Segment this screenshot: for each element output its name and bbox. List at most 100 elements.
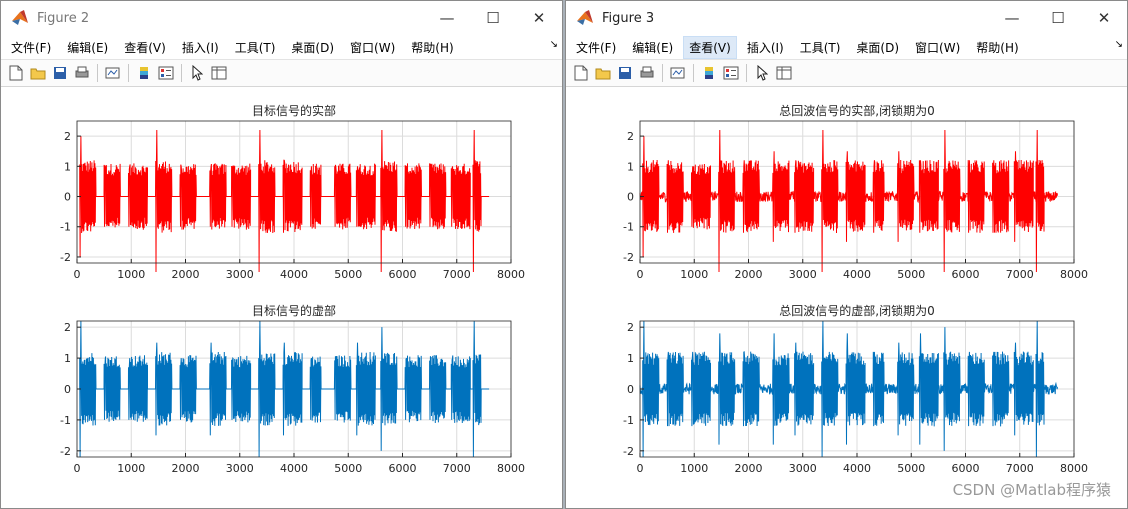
y-tick-label: -2: [60, 445, 71, 458]
close-icon[interactable]: ✕: [1081, 1, 1127, 35]
menu-desktop[interactable]: 桌面(D): [285, 36, 340, 59]
property-inspector-icon[interactable]: [211, 65, 227, 81]
matlab-app-icon: [12, 10, 28, 25]
axes-title: 总回波信号的虚部,闭锁期为0: [779, 303, 934, 318]
x-tick-label: 6000: [389, 268, 417, 281]
figure-axes-container[interactable]: 0 1000 2000 3000 4000 5000 6000 7000 8000 -2 -1 0 1 2…: [1, 87, 562, 508]
x-tick-label: 3000: [226, 268, 254, 281]
y-tick-label: -1: [60, 414, 71, 427]
x-tick-label: 2000: [172, 462, 200, 475]
title-bar[interactable]: Figure 2 — ☐ ✕: [1, 1, 562, 35]
x-tick-label: 6000: [389, 462, 417, 475]
menu-tools[interactable]: 工具(T): [229, 36, 282, 59]
x-tick-label: 8000: [1060, 268, 1088, 281]
menu-window[interactable]: 窗口(W): [909, 36, 966, 59]
axes-1: 0 1000 2000 3000 4000 5000 6000 7000 8000 -2 -1 0 1 2…: [60, 303, 525, 475]
menu-window[interactable]: 窗口(W): [344, 36, 401, 59]
toolbar-separator: [97, 64, 98, 82]
y-tick-label: 2: [64, 130, 71, 143]
x-tick-label: 2000: [735, 462, 763, 475]
x-tick-label: 0: [74, 462, 81, 475]
toolbar-separator: [128, 64, 129, 82]
menu-file[interactable]: 文件(F): [5, 36, 57, 59]
y-tick-label: 2: [627, 130, 634, 143]
insert-legend-icon[interactable]: [158, 65, 174, 81]
x-tick-label: 0: [637, 462, 644, 475]
menu-edit[interactable]: 编辑(E): [61, 36, 114, 59]
menu-desktop[interactable]: 桌面(D): [850, 36, 905, 59]
y-tick-label: 1: [627, 160, 634, 173]
figure-toolbar: [1, 59, 562, 87]
axes-title: 目标信号的虚部: [252, 303, 336, 318]
menu-view[interactable]: 查看(V): [118, 36, 172, 59]
watermark-text: CSDN @Matlab程序猿: [952, 481, 1111, 499]
x-tick-label: 6000: [952, 462, 980, 475]
open-file-icon[interactable]: [595, 65, 611, 81]
figure-canvas[interactable]: 0 1000 2000 3000 4000 5000 6000 7000 8000 -2 -1 0 1 2…: [1, 87, 562, 508]
new-figure-icon[interactable]: [573, 65, 589, 81]
menu-file[interactable]: 文件(F): [570, 36, 622, 59]
print-icon[interactable]: [639, 65, 655, 81]
y-tick-label: 2: [627, 321, 634, 334]
maximize-icon[interactable]: ☐: [470, 1, 516, 35]
property-inspector-icon[interactable]: [776, 65, 792, 81]
y-tick-label: 0: [627, 383, 634, 396]
x-tick-label: 5000: [334, 268, 362, 281]
menu-overflow-icon[interactable]: ↘: [1115, 39, 1123, 50]
window-title: Figure 2: [37, 10, 90, 26]
menu-edit[interactable]: 编辑(E): [626, 36, 679, 59]
link-plot-icon[interactable]: [105, 65, 121, 81]
x-tick-label: 4000: [280, 462, 308, 475]
edit-plot-arrow-icon[interactable]: [754, 65, 770, 81]
menu-insert[interactable]: 插入(I): [176, 36, 225, 59]
menu-view[interactable]: 查看(V): [683, 35, 737, 59]
x-tick-label: 5000: [897, 268, 925, 281]
toolbar-separator: [746, 64, 747, 82]
figure-3-window: Figure 3 — ☐ ✕ 文件(F) 编辑(E) 查看(V) 插入(I) 工…: [565, 0, 1128, 509]
insert-colorbar-icon[interactable]: [701, 65, 717, 81]
menu-tools[interactable]: 工具(T): [794, 36, 847, 59]
new-figure-icon[interactable]: [8, 65, 24, 81]
y-tick-label: 0: [64, 383, 71, 396]
save-icon[interactable]: [617, 65, 633, 81]
minimize-icon[interactable]: —: [424, 1, 470, 35]
title-bar[interactable]: Figure 3 — ☐ ✕: [566, 1, 1127, 35]
edit-plot-arrow-icon[interactable]: [189, 65, 205, 81]
menu-help[interactable]: 帮助(H): [405, 36, 459, 59]
toolbar-separator: [181, 64, 182, 82]
x-tick-label: 8000: [497, 462, 525, 475]
x-tick-label: 1000: [680, 268, 708, 281]
x-tick-label: 6000: [952, 268, 980, 281]
print-icon[interactable]: [74, 65, 90, 81]
x-tick-label: 2000: [172, 268, 200, 281]
x-tick-label: 4000: [843, 462, 871, 475]
y-tick-label: 1: [64, 352, 71, 365]
figure-canvas[interactable]: 0 1000 2000 3000 4000 5000 6000 7000 8000 -2 -1 0 1 2…: [566, 87, 1127, 508]
menu-overflow-icon[interactable]: ↘: [550, 39, 558, 50]
insert-colorbar-icon[interactable]: [136, 65, 152, 81]
link-plot-icon[interactable]: [670, 65, 686, 81]
x-tick-label: 0: [637, 268, 644, 281]
y-tick-label: -2: [623, 445, 634, 458]
x-tick-label: 3000: [789, 462, 817, 475]
figure-axes-container[interactable]: 0 1000 2000 3000 4000 5000 6000 7000 8000 -2 -1 0 1 2…: [566, 87, 1127, 508]
minimize-icon[interactable]: —: [989, 1, 1035, 35]
y-tick-label: 1: [627, 352, 634, 365]
x-tick-label: 7000: [1006, 268, 1034, 281]
maximize-icon[interactable]: ☐: [1035, 1, 1081, 35]
menu-insert[interactable]: 插入(I): [741, 36, 790, 59]
insert-legend-icon[interactable]: [723, 65, 739, 81]
x-tick-label: 7000: [1006, 462, 1034, 475]
y-tick-label: 0: [64, 191, 71, 204]
y-tick-label: -1: [623, 414, 634, 427]
figure-toolbar: [566, 59, 1127, 87]
x-tick-label: 0: [74, 268, 81, 281]
close-icon[interactable]: ✕: [516, 1, 562, 35]
menu-help[interactable]: 帮助(H): [970, 36, 1024, 59]
x-tick-label: 5000: [334, 462, 362, 475]
toolbar-separator: [662, 64, 663, 82]
x-tick-label: 4000: [843, 268, 871, 281]
y-tick-label: -1: [60, 221, 71, 234]
open-file-icon[interactable]: [30, 65, 46, 81]
save-icon[interactable]: [52, 65, 68, 81]
